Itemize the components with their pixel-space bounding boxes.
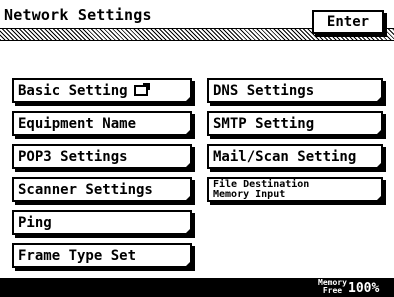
- file-destination-memory-input-button[interactable]: File Destination Memory Input: [207, 177, 383, 202]
- mail-scan-setting-label: Mail/Scan Setting: [213, 148, 357, 165]
- pop3-settings-button[interactable]: POP3 Settings: [12, 144, 192, 169]
- ping-label: Ping: [18, 214, 52, 231]
- enter-button[interactable]: Enter: [312, 10, 384, 34]
- corner-mark: [376, 195, 382, 201]
- equipment-name-label: Equipment Name: [18, 115, 137, 132]
- corner-mark: [185, 195, 191, 201]
- memory-free-value: 100%: [348, 281, 380, 296]
- smtp-setting-label: SMTP Setting: [213, 115, 315, 132]
- corner-mark: [185, 129, 191, 135]
- status-bar: Memory Free 100%: [0, 278, 394, 297]
- mail-scan-setting-button[interactable]: Mail/Scan Setting: [207, 144, 383, 169]
- equipment-name-button[interactable]: Equipment Name: [12, 111, 192, 136]
- corner-mark: [185, 228, 191, 234]
- file-destination-label: File Destination Memory Input: [213, 178, 310, 200]
- file-destination-line1: File Destination: [213, 178, 310, 190]
- scanner-settings-label: Scanner Settings: [18, 181, 153, 198]
- memory-label-line2: Free: [322, 286, 343, 295]
- dns-settings-label: DNS Settings: [213, 82, 315, 99]
- page-title: Network Settings: [4, 6, 152, 24]
- title-bar: Network Settings Enter: [0, 0, 394, 42]
- ping-button[interactable]: Ping: [12, 210, 192, 235]
- basic-setting-label: Basic Setting: [18, 82, 128, 99]
- frame-type-set-button[interactable]: Frame Type Set: [12, 243, 192, 268]
- basic-setting-button[interactable]: Basic Setting: [12, 78, 192, 103]
- memory-free-label: Memory Free: [318, 279, 347, 295]
- corner-mark: [376, 96, 382, 102]
- file-destination-line2: Memory Input: [213, 188, 286, 200]
- frame-type-set-label: Frame Type Set: [18, 247, 137, 264]
- smtp-setting-button[interactable]: SMTP Setting: [207, 111, 383, 136]
- corner-mark: [185, 162, 191, 168]
- corner-mark: [376, 129, 382, 135]
- dns-settings-button[interactable]: DNS Settings: [207, 78, 383, 103]
- scanner-settings-button[interactable]: Scanner Settings: [12, 177, 192, 202]
- edit-icon: [133, 83, 150, 96]
- corner-mark: [185, 96, 191, 102]
- pop3-settings-label: POP3 Settings: [18, 148, 128, 165]
- corner-mark: [376, 162, 382, 168]
- corner-mark: [185, 261, 191, 267]
